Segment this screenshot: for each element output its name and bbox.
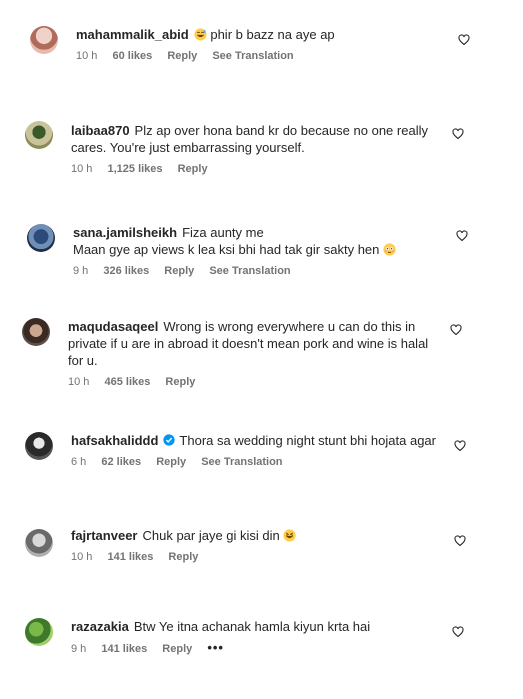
likes-count[interactable]: 60 likes: [112, 50, 152, 62]
reply-button[interactable]: Reply: [156, 456, 186, 468]
heart-icon[interactable]: [450, 324, 462, 336]
comment-text: Plz ap over hona band kr do because no o…: [134, 123, 428, 138]
username[interactable]: fajrtanveer: [71, 528, 137, 543]
heart-icon[interactable]: [452, 626, 464, 638]
avatar[interactable]: [30, 26, 58, 54]
comment-text: Fiza aunty me: [182, 225, 264, 240]
avatar[interactable]: [27, 224, 55, 252]
comment-text: Chuk par jaye gi kisi din: [142, 528, 280, 543]
timestamp: 10 h: [71, 551, 93, 563]
timestamp: 9 h: [71, 643, 87, 655]
comment-text-continued: Maan gye ap views k lea ksi bhi had tak …: [73, 242, 380, 257]
username[interactable]: sana.jamilsheikh: [73, 225, 177, 240]
verified-badge-icon: [163, 434, 176, 446]
likes-count[interactable]: 465 likes: [104, 376, 150, 388]
username[interactable]: mahammalik_abid: [76, 27, 189, 42]
heart-icon[interactable]: [454, 440, 466, 452]
comment-text: phir b bazz na aye ap: [210, 27, 335, 42]
likes-count[interactable]: 1,125 likes: [107, 163, 162, 175]
comment-text-continued: for u.: [68, 353, 98, 368]
comment-text: Btw Ye itna achanak hamla kiyun krta hai: [133, 619, 371, 634]
flushed-emoji: [383, 243, 396, 256]
avatar[interactable]: [25, 618, 53, 646]
reply-button[interactable]: Reply: [162, 643, 192, 655]
avatar[interactable]: [25, 432, 53, 460]
timestamp: 10 h: [71, 163, 93, 175]
comment-text: Wrong is wrong everywhere u can do this …: [163, 319, 416, 334]
timestamp: 10 h: [76, 50, 98, 62]
reply-button[interactable]: Reply: [168, 551, 198, 563]
comment-text-continued: cares. You're just embarrassing yourself…: [71, 140, 305, 155]
likes-count[interactable]: 141 likes: [107, 551, 153, 563]
heart-icon[interactable]: [458, 34, 470, 46]
see-translation-button[interactable]: See Translation: [209, 265, 290, 277]
timestamp: 6 h: [71, 456, 87, 468]
reply-button[interactable]: Reply: [164, 265, 194, 277]
reply-button[interactable]: Reply: [167, 50, 197, 62]
username[interactable]: hafsakhaliddd: [71, 433, 158, 448]
username[interactable]: maqudasaqeel: [68, 319, 158, 334]
avatar[interactable]: [25, 529, 53, 557]
more-options-button[interactable]: •••: [207, 640, 224, 655]
heart-icon[interactable]: [456, 230, 468, 242]
see-translation-button[interactable]: See Translation: [212, 50, 293, 62]
username[interactable]: razazakia: [71, 619, 129, 634]
comment-text: Thora sa wedding night stunt bhi hojata …: [179, 433, 436, 448]
timestamp: 10 h: [68, 376, 90, 388]
see-translation-button[interactable]: See Translation: [201, 456, 282, 468]
likes-count[interactable]: 326 likes: [103, 265, 149, 277]
heart-icon[interactable]: [452, 128, 464, 140]
reply-button[interactable]: Reply: [165, 376, 195, 388]
comment-text-continued: private if u are in abroad it doesn't me…: [68, 336, 429, 351]
reply-button[interactable]: Reply: [178, 163, 208, 175]
avatar[interactable]: [22, 318, 50, 346]
timestamp: 9 h: [73, 265, 89, 277]
heart-icon[interactable]: [454, 535, 466, 547]
likes-count[interactable]: 62 likes: [101, 456, 141, 468]
likes-count[interactable]: 141 likes: [101, 643, 147, 655]
laughing-emoji: [283, 529, 296, 542]
grinning-sweat-emoji: [194, 28, 207, 41]
avatar[interactable]: [25, 121, 53, 149]
username[interactable]: laibaa870: [71, 123, 130, 138]
